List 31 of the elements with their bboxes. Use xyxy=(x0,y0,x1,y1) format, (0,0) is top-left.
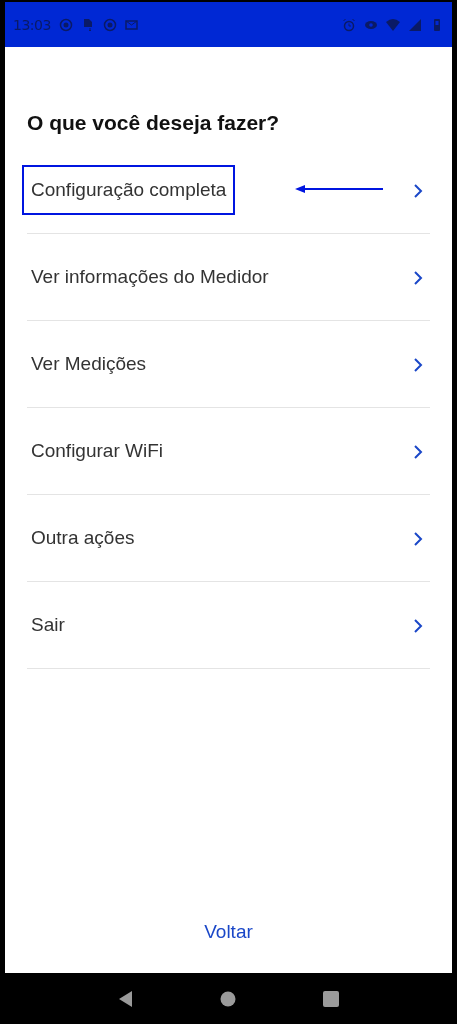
menu-item[interactable]: Configuração completa xyxy=(27,147,430,234)
back-icon[interactable] xyxy=(118,989,135,1008)
arrow-icon xyxy=(295,184,383,194)
menu-item[interactable]: Outra ações xyxy=(27,495,430,582)
signal-icon xyxy=(408,17,422,32)
chevron-icon xyxy=(413,444,423,460)
menu-item-label: Configurar WiFi xyxy=(30,439,164,463)
menu-item-label: Outra ações xyxy=(30,526,136,550)
home-icon[interactable] xyxy=(220,990,237,1007)
back-link[interactable]: Voltar xyxy=(204,921,253,943)
mail-icon xyxy=(124,17,139,32)
menu-item-label: Configuração completa xyxy=(22,165,236,215)
record-icon xyxy=(102,17,117,32)
menu-item[interactable]: Ver Medições xyxy=(27,321,430,408)
menu-item[interactable]: Sair xyxy=(27,582,430,669)
chevron-icon xyxy=(413,618,423,634)
menu-item-label: Ver Medições xyxy=(30,352,148,376)
recents-icon[interactable] xyxy=(322,990,339,1007)
alarm-icon xyxy=(342,17,356,32)
chevron-icon xyxy=(413,270,423,286)
status-time: 13:03 xyxy=(13,16,51,33)
menu-item-label: Sair xyxy=(30,613,66,637)
chevron-icon xyxy=(413,357,423,373)
menu-item[interactable]: Ver informações do Medidor xyxy=(27,234,430,321)
chevron-icon xyxy=(413,531,423,547)
record-icon xyxy=(58,17,73,32)
wifi-icon xyxy=(386,17,400,32)
menu-item[interactable]: Configurar WiFi xyxy=(27,408,430,495)
chevron-icon xyxy=(413,183,423,199)
page-title: O que você deseja fazer? xyxy=(27,111,281,135)
menu-item-label: Ver informações do Medidor xyxy=(30,265,270,289)
